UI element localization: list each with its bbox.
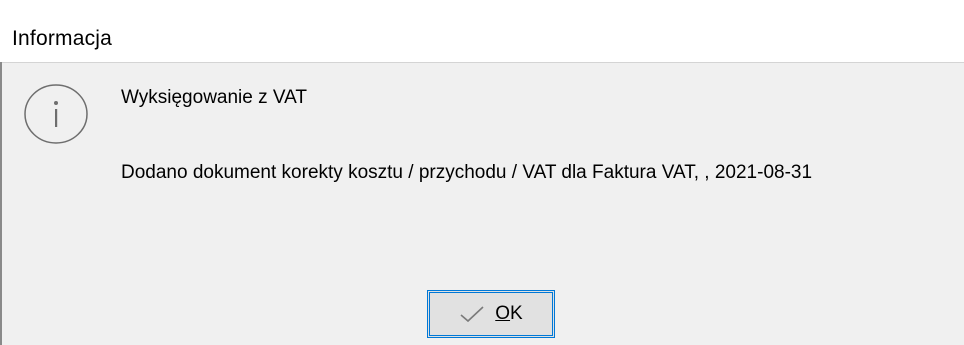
- ok-label-rest: K: [510, 303, 523, 324]
- ok-mnemonic: O: [495, 303, 511, 324]
- ok-button-label: OK: [495, 303, 522, 325]
- message-body: Dodano dokument korekty kosztu / przycho…: [121, 162, 813, 183]
- window-left-border: [0, 62, 2, 345]
- window-title: Informacja: [12, 27, 113, 50]
- check-icon: [460, 306, 484, 323]
- info-icon: [24, 84, 88, 144]
- ok-button[interactable]: OK: [427, 290, 555, 338]
- message-heading: Wyksięgowanie z VAT: [121, 87, 308, 108]
- message-dialog: Informacja Wyksięgowanie z VAT Dodano do…: [0, 0, 964, 345]
- title-bar[interactable]: Informacja: [0, 0, 964, 63]
